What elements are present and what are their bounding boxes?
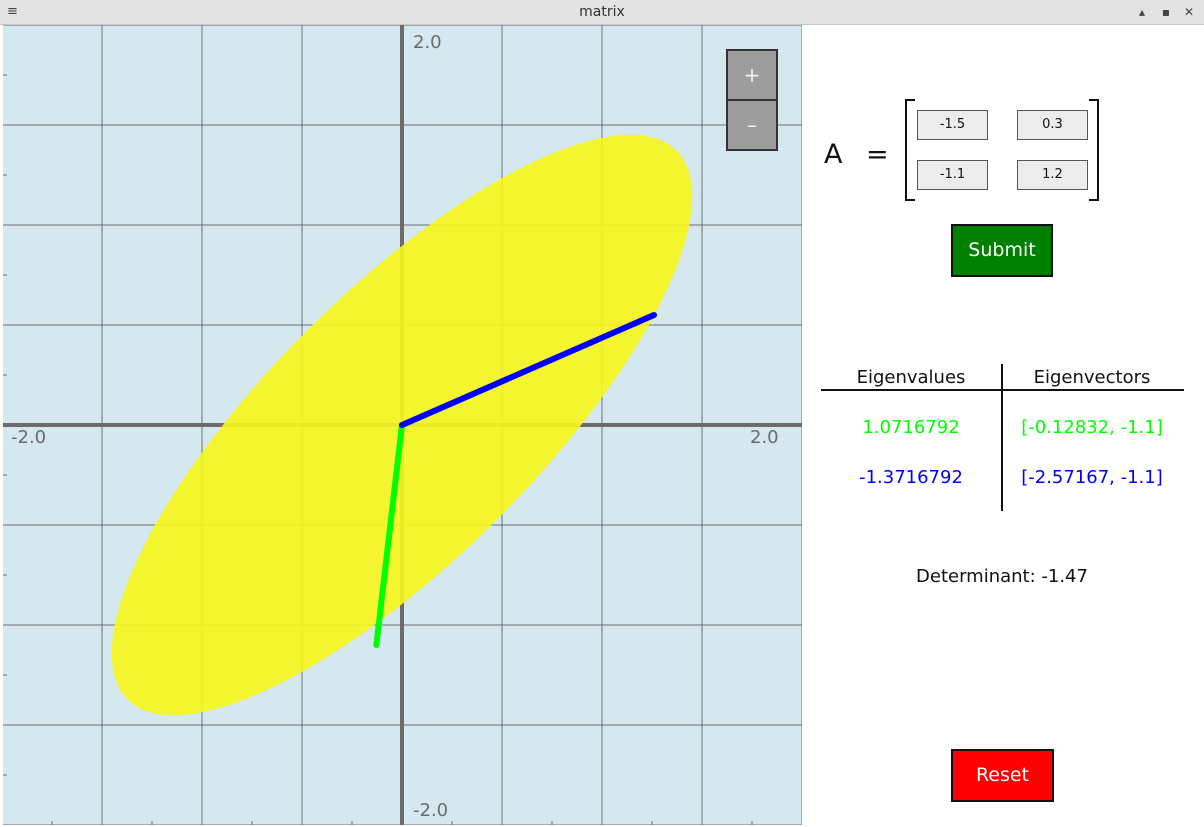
zoom-out-button[interactable]: – <box>728 101 776 149</box>
eigenvectors-header: Eigenvectors <box>1033 367 1151 388</box>
matrix-cell-a22[interactable]: 1.2 <box>1017 160 1088 190</box>
close-icon[interactable]: ✕ <box>1182 4 1196 20</box>
reset-button[interactable]: Reset <box>951 749 1054 802</box>
eigenvector-2: [-2.57167, -1.1] <box>1021 467 1163 488</box>
y-min-label: -2.0 <box>413 800 449 821</box>
matrix-cell-a21[interactable]: -1.1 <box>917 160 988 190</box>
matrix-right-bracket <box>1089 99 1099 201</box>
y-max-label: 2.0 <box>413 32 442 53</box>
plot-canvas[interactable]: 2.0 -2.0 -2.0 2.0 <box>3 25 802 825</box>
x-min-label: -2.0 <box>11 427 47 448</box>
matrix-label: A <box>824 139 843 170</box>
title-bar: ≡ matrix ▴ ▪ ✕ <box>0 0 1204 25</box>
zoom-in-button[interactable]: + <box>728 51 776 101</box>
determinant-text: Determinant: -1.47 <box>916 566 1088 587</box>
matrix-cell-a12[interactable]: 0.3 <box>1017 110 1088 140</box>
equals-sign: = <box>866 139 889 170</box>
eigenvalue-2: -1.3716792 <box>859 467 963 488</box>
eigenvector-1: [-0.12832, -1.1] <box>1021 417 1163 438</box>
eigenvalue-1: 1.0716792 <box>862 417 960 438</box>
zoom-control: + – <box>726 49 778 151</box>
minimize-icon[interactable]: ▴ <box>1135 4 1149 20</box>
matrix-left-bracket <box>905 99 915 201</box>
maximize-icon[interactable]: ▪ <box>1159 4 1173 20</box>
matrix-cell-a11[interactable]: -1.5 <box>917 110 988 140</box>
x-max-label: 2.0 <box>750 427 779 448</box>
plot-svg <box>3 25 802 825</box>
submit-button[interactable]: Submit <box>951 224 1053 277</box>
eigenvalues-header: Eigenvalues <box>856 367 966 388</box>
window-title: matrix <box>579 4 625 20</box>
